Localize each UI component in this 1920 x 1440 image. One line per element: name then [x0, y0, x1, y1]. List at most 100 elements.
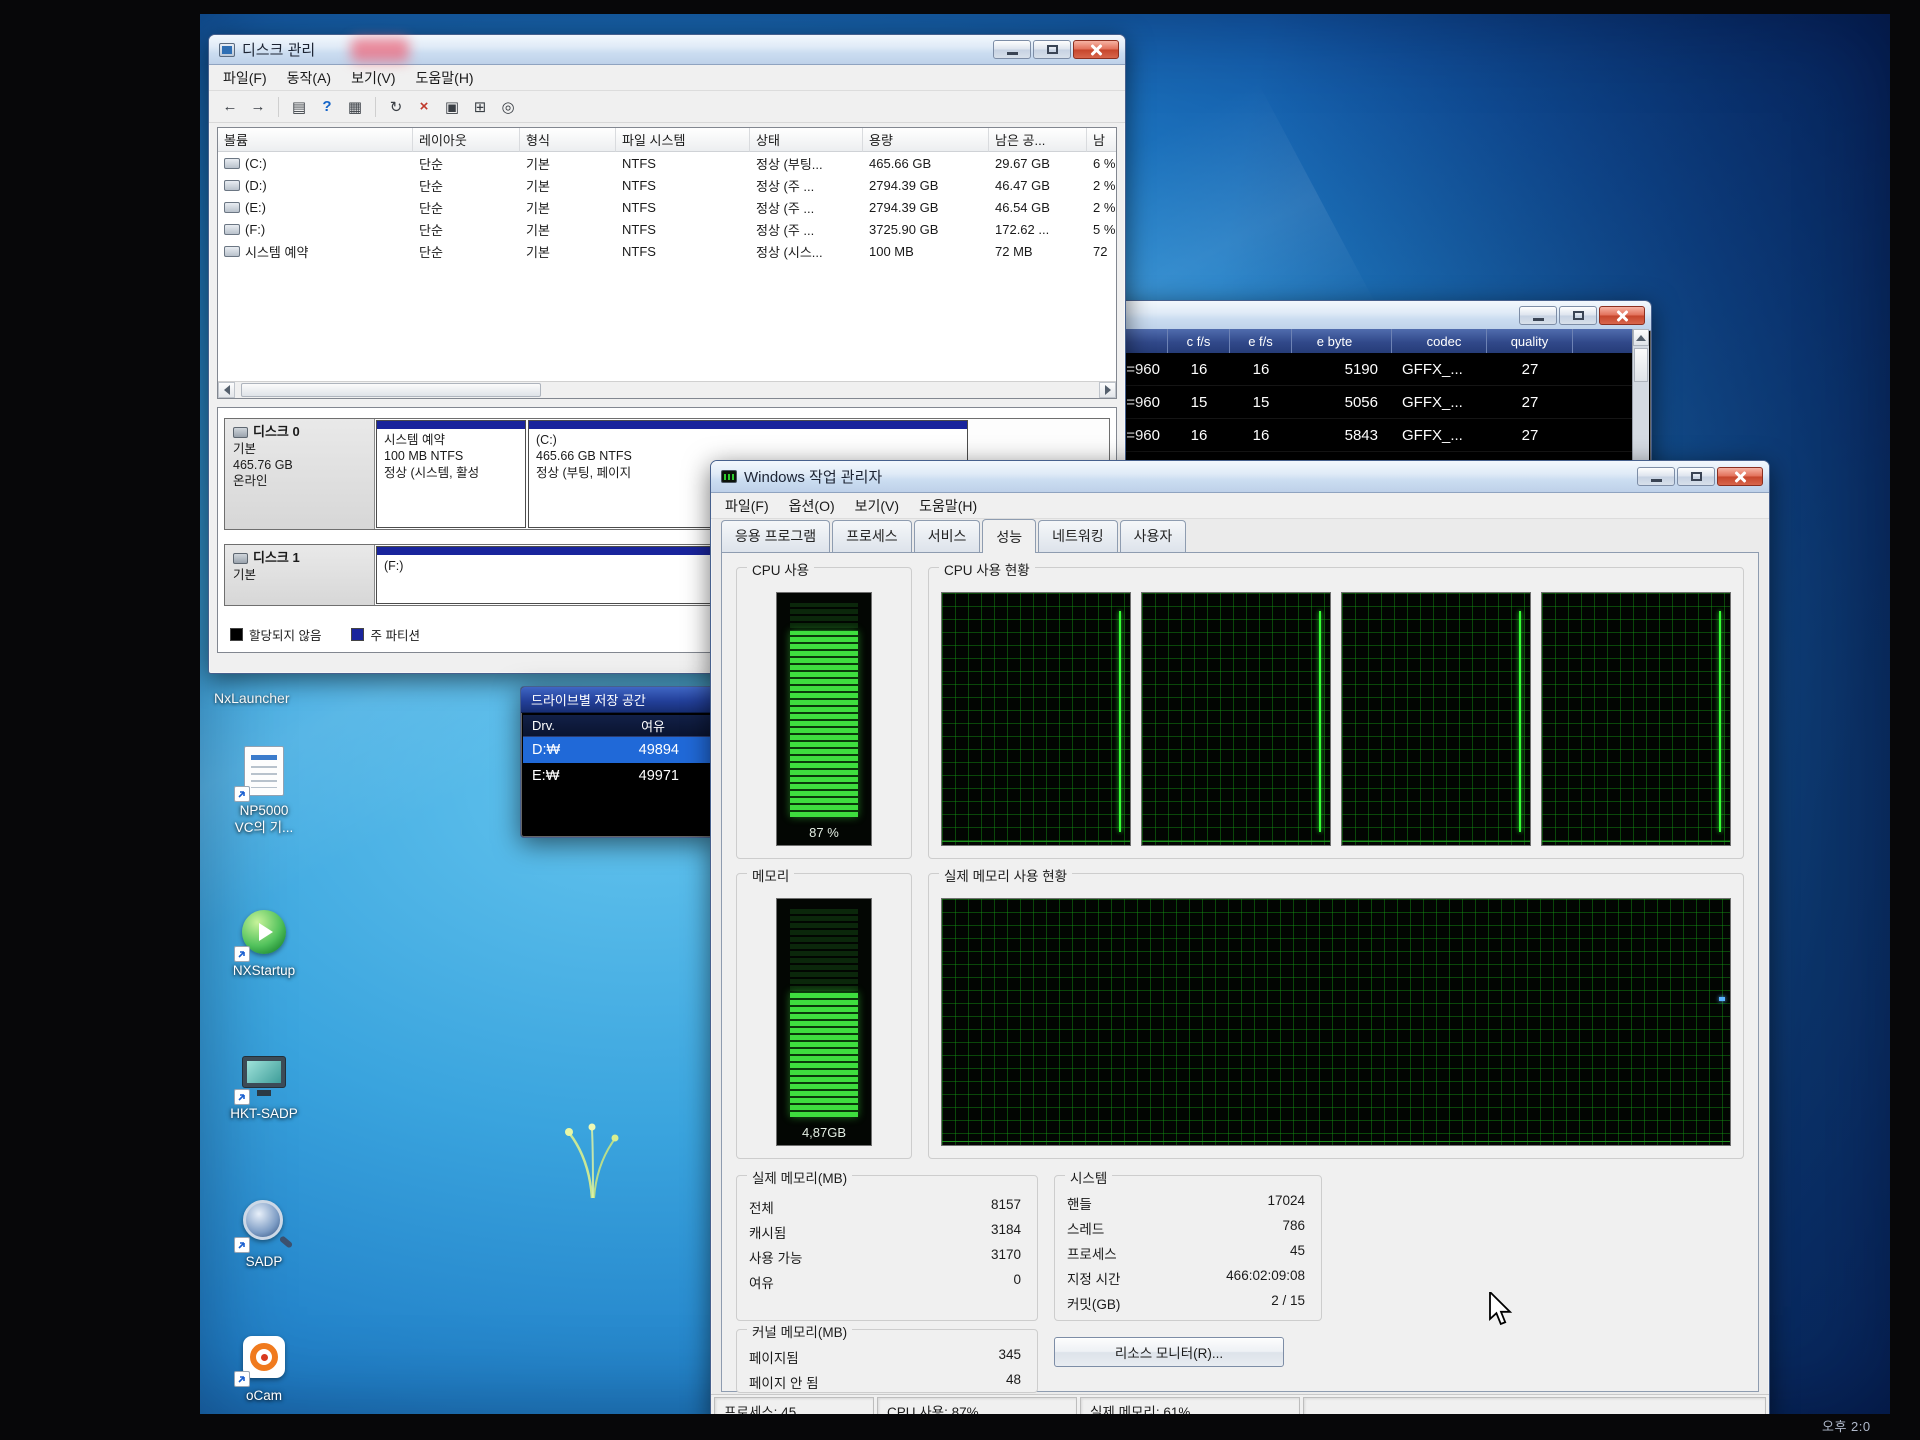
- cell: 15: [1230, 394, 1292, 411]
- cpu-gauge-value: 87 %: [777, 825, 871, 840]
- menu-action[interactable]: 동작(A): [277, 65, 341, 91]
- console-tree-icon[interactable]: ▤: [286, 95, 312, 119]
- menu-view[interactable]: 보기(V): [341, 65, 405, 91]
- desktop-icon-ocam[interactable]: oCam: [216, 1330, 312, 1405]
- properties-icon[interactable]: ▣: [439, 95, 465, 119]
- partition-system-reserved[interactable]: 시스템 예약 100 MB NTFS 정상 (시스템, 활성: [376, 420, 526, 528]
- stat-label: 여유: [749, 1272, 774, 1292]
- performance-tab-page: CPU 사용 87 % CPU 사용 현황 메모리: [721, 552, 1759, 1392]
- column-header[interactable]: 용량: [863, 128, 989, 152]
- column-header[interactable]: quality: [1487, 329, 1573, 353]
- stat-value: 0: [1013, 1272, 1021, 1292]
- disk0-label: 디스크 0 기본 465.76 GB 온라인: [225, 419, 375, 529]
- volume-row[interactable]: (C:) 단순 기본 NTFS 정상 (부팅... 465.66 GB 29.6…: [218, 152, 1116, 174]
- tab-networking[interactable]: 네트워킹: [1038, 520, 1118, 552]
- menu-file[interactable]: 파일(F): [213, 65, 277, 91]
- tab-services[interactable]: 서비스: [914, 520, 981, 552]
- disk-management-titlebar[interactable]: 디스크 관리: [209, 35, 1125, 65]
- column-header[interactable]: e f/s: [1230, 329, 1292, 353]
- desktop-icon-nxstartup[interactable]: NXStartup: [216, 905, 312, 980]
- desktop-label-nxlauncher[interactable]: NxLauncher: [214, 690, 290, 706]
- drive-row-d[interactable]: D:₩ 49894: [523, 737, 713, 763]
- desktop-icon-hkt-sadp[interactable]: HKT-SADP: [216, 1048, 312, 1123]
- tab-users[interactable]: 사용자: [1120, 520, 1187, 552]
- window-title: 드라이브별 저장 공간: [531, 690, 646, 709]
- desktop[interactable]: NxLauncher NP5000 VC의 기... NXStartup HKT…: [200, 14, 1890, 1414]
- icon-label: oCam: [216, 1388, 312, 1405]
- minimize-button[interactable]: [1519, 306, 1557, 325]
- column-header[interactable]: 레이아웃: [413, 128, 520, 152]
- column-header[interactable]: 남은 공...: [989, 128, 1087, 152]
- codec-row[interactable]: =960 16 16 5190 GFFX_... 27: [1063, 353, 1649, 386]
- menu-options[interactable]: 옵션(O): [779, 493, 845, 519]
- column-header[interactable]: 형식: [520, 128, 616, 152]
- cell: NTFS: [616, 156, 750, 171]
- close-button[interactable]: [1073, 40, 1119, 59]
- drive-row-e[interactable]: E:₩ 49971: [523, 763, 713, 789]
- cell: 단순: [413, 176, 520, 195]
- scrollbar-thumb[interactable]: [1634, 348, 1648, 382]
- volume-row[interactable]: (F:) 단순 기본 NTFS 정상 (주 ... 3725.90 GB 172…: [218, 218, 1116, 240]
- minimize-button[interactable]: [993, 40, 1031, 59]
- maximize-button[interactable]: [1033, 40, 1071, 59]
- scrollbar-track[interactable]: [235, 382, 1099, 398]
- column-header[interactable]: codec: [1392, 329, 1487, 353]
- tab-performance[interactable]: 성능: [982, 519, 1036, 553]
- refresh-icon[interactable]: ↻: [383, 95, 409, 119]
- delete-icon[interactable]: ×: [411, 95, 437, 119]
- codec-row[interactable]: =960 15 15 5056 GFFX_... 27: [1063, 386, 1649, 419]
- shortcut-arrow-icon: [234, 786, 250, 802]
- wallpaper-plant-sprite: [552, 1110, 632, 1200]
- group-label: 실제 메모리(MB): [747, 1167, 852, 1187]
- cell: 2 %: [1087, 178, 1117, 193]
- codec-row[interactable]: =960 16 16 5843 GFFX_... 27: [1063, 419, 1649, 452]
- menu-help[interactable]: 도움말(H): [406, 65, 484, 91]
- stat-value: 48: [1006, 1372, 1021, 1392]
- task-manager-titlebar[interactable]: Windows 작업 관리자: [711, 461, 1769, 493]
- memory-gauge-value: 4,87GB: [777, 1125, 871, 1140]
- close-button[interactable]: [1599, 306, 1645, 325]
- maximize-button[interactable]: [1677, 467, 1715, 486]
- open-icon[interactable]: ⊞: [467, 95, 493, 119]
- column-header[interactable]: 남: [1087, 128, 1117, 152]
- tab-processes[interactable]: 프로세스: [832, 520, 912, 552]
- volume-row[interactable]: (E:) 단순 기본 NTFS 정상 (주 ... 2794.39 GB 46.…: [218, 196, 1116, 218]
- scrollbar-thumb[interactable]: [241, 383, 541, 397]
- column-header[interactable]: 파일 시스템: [616, 128, 750, 152]
- close-button[interactable]: [1717, 467, 1763, 486]
- column-header[interactable]: 상태: [750, 128, 863, 152]
- codec-window-titlebar[interactable]: [1061, 301, 1651, 331]
- menu-help[interactable]: 도움말(H): [909, 493, 987, 519]
- maximize-button[interactable]: [1559, 306, 1597, 325]
- menu-view[interactable]: 보기(V): [845, 493, 909, 519]
- drive-space-titlebar[interactable]: 드라이브별 저장 공간: [521, 687, 715, 713]
- group-label: CPU 사용: [747, 559, 814, 579]
- find-icon[interactable]: ◎: [495, 95, 521, 119]
- volume-row[interactable]: 시스템 예약 단순 기본 NTFS 정상 (시스... 100 MB 72 MB…: [218, 240, 1116, 262]
- minimize-button[interactable]: [1637, 467, 1675, 486]
- cell: GFFX_...: [1392, 427, 1487, 444]
- forward-icon[interactable]: →: [245, 95, 271, 119]
- window-view-icon[interactable]: ▦: [342, 95, 368, 119]
- column-header[interactable]: c f/s: [1168, 329, 1230, 353]
- back-icon[interactable]: ←: [217, 95, 243, 119]
- scroll-right-arrow[interactable]: [1099, 382, 1116, 398]
- drive-space-table: Drv. 여유 D:₩ 49894 E:₩ 49971: [523, 715, 713, 835]
- help-icon[interactable]: ?: [314, 95, 340, 119]
- memory-group: 메모리 4,87GB: [736, 873, 912, 1159]
- volume-row[interactable]: (D:) 단순 기본 NTFS 정상 (주 ... 2794.39 GB 46.…: [218, 174, 1116, 196]
- scroll-left-arrow[interactable]: [218, 382, 235, 398]
- cell: 46.54 GB: [989, 200, 1087, 215]
- menu-file[interactable]: 파일(F): [715, 493, 779, 519]
- scroll-up-arrow[interactable]: [1633, 329, 1649, 346]
- horizontal-scrollbar[interactable]: [218, 381, 1116, 398]
- drive-icon: [224, 202, 240, 213]
- cell: 5 %: [1087, 222, 1117, 237]
- desktop-icon-sadp[interactable]: SADP: [216, 1196, 312, 1271]
- tab-applications[interactable]: 응용 프로그램: [721, 520, 830, 552]
- desktop-icon-np5000[interactable]: NP5000 VC의 기...: [216, 745, 312, 837]
- resource-monitor-button[interactable]: 리소스 모니터(R)...: [1054, 1337, 1284, 1367]
- column-header[interactable]: 볼륨: [218, 128, 413, 152]
- column-header[interactable]: e byte: [1292, 329, 1392, 353]
- disk-management-toolbar: ← → ▤ ? ▦ ↻ × ▣ ⊞ ◎: [209, 91, 1125, 123]
